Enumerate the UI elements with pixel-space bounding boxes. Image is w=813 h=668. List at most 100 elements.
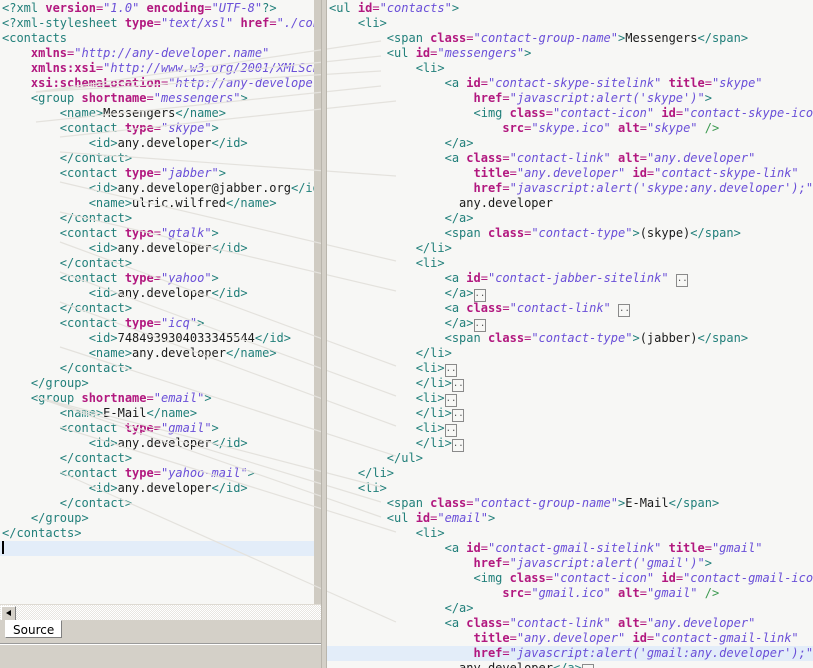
code-line[interactable]: <li> [329, 526, 813, 541]
code-line[interactable]: xsi:schemaLocation="http://any-developer… [2, 76, 321, 91]
code-line[interactable] [0, 541, 321, 556]
code-line[interactable]: <a id="contact-gmail-sitelink" title="gm… [329, 541, 813, 556]
code-line[interactable]: </contact> [2, 301, 321, 316]
code-line[interactable]: <?xml version="1.0" encoding="UTF-8"?> [2, 1, 321, 16]
code-line[interactable]: xmlns="http://any-developer.name" [2, 46, 321, 61]
code-line[interactable]: <img class="contact-icon" id="contact-sk… [329, 106, 813, 121]
code-line[interactable]: href="javascript:alert('gmail:any.develo… [327, 646, 813, 661]
code-line[interactable]: <li> [329, 256, 813, 271]
code-line[interactable]: </contact> [2, 496, 321, 511]
code-line[interactable]: <id>7484939304033345544</id> [2, 331, 321, 346]
code-line[interactable]: <li> [329, 61, 813, 76]
code-line[interactable]: </contact> [2, 151, 321, 166]
code-line[interactable]: href="javascript:alert('gmail')"> [329, 556, 813, 571]
code-line[interactable]: <a id="contact-skype-sitelink" title="sk… [329, 76, 813, 91]
left-vertical-scrollbar[interactable] [314, 0, 321, 604]
code-line[interactable]: <img class="contact-icon" id="contact-gm… [329, 571, 813, 586]
code-line[interactable]: </li>.. [329, 436, 813, 452]
pane-splitter[interactable] [321, 0, 327, 668]
code-fold-marker[interactable]: .. [581, 664, 594, 668]
code-line[interactable]: title="any.developer" id="contact-skype-… [329, 166, 813, 181]
code-line[interactable]: </a> [329, 601, 813, 616]
code-line[interactable]: </group> [2, 376, 321, 391]
code-line[interactable]: </contact> [2, 211, 321, 226]
code-line[interactable]: </contact> [2, 451, 321, 466]
code-line[interactable]: <li>.. [329, 421, 813, 437]
left-horizontal-scrollbar[interactable] [0, 604, 321, 621]
code-line[interactable]: </a>.. [329, 316, 813, 332]
code-line[interactable]: </contact> [2, 361, 321, 376]
code-line[interactable]: xmlns:xsi="http://www.w3.org/2001/XMLSch… [2, 61, 321, 76]
code-line[interactable]: title="any.developer" id="contact-gmail-… [329, 631, 813, 646]
code-line[interactable]: </group> [2, 511, 321, 526]
code-line[interactable]: <id>any.developer</id> [2, 436, 321, 451]
code-line[interactable]: <span class="contact-type">(skype)</span… [329, 226, 813, 241]
code-token: </id> [211, 436, 248, 450]
code-line[interactable]: <span class="contact-group-name">E-Mail<… [329, 496, 813, 511]
code-line[interactable]: <li>.. [329, 361, 813, 377]
code-line[interactable]: any.developer [329, 196, 813, 211]
code-line[interactable]: <li> [329, 481, 813, 496]
code-line[interactable]: <id>any.developer</id> [2, 481, 321, 496]
html-output-pane[interactable]: <ul id="contacts"> <li> <span class="con… [327, 0, 813, 668]
code-line[interactable]: </li> [329, 241, 813, 256]
html-output-code[interactable]: <ul id="contacts"> <li> <span class="con… [327, 1, 813, 668]
code-line[interactable]: <contact type="yahoo-mail"> [2, 466, 321, 481]
code-line[interactable]: </a> [329, 211, 813, 226]
code-token: encoding [146, 1, 205, 15]
code-line[interactable]: <contact type="gtalk"> [2, 226, 321, 241]
code-line[interactable]: <contact type="yahoo"> [2, 271, 321, 286]
code-line[interactable]: any.developer</a>.. [329, 661, 813, 668]
code-token: </a> [329, 286, 474, 300]
code-line[interactable]: <id>any.developer</id> [2, 241, 321, 256]
code-line[interactable]: <a class="contact-link" .. [329, 301, 813, 317]
code-line[interactable]: </li> [329, 346, 813, 361]
code-line[interactable]: <li>.. [329, 391, 813, 407]
code-line[interactable]: <contact type="skype"> [2, 121, 321, 136]
code-line[interactable]: <a class="contact-link" alt="any.develop… [329, 616, 813, 631]
code-line[interactable]: <?xml-stylesheet type="text/xsl" href=".… [2, 16, 321, 31]
code-line[interactable]: <ul id="contacts"> [329, 1, 813, 16]
code-line[interactable]: <group shortname="messengers"> [2, 91, 321, 106]
code-line[interactable]: </ul> [329, 451, 813, 466]
code-line[interactable]: <span class="contact-group-name">Messeng… [329, 31, 813, 46]
xml-source-code[interactable]: <?xml version="1.0" encoding="UTF-8"?> <?… [0, 1, 321, 556]
code-line[interactable]: </a> [329, 136, 813, 151]
code-line[interactable]: <name>Messengers</name> [2, 106, 321, 121]
code-line[interactable]: <id>any.developer@jabber.org</id> [2, 181, 321, 196]
tab-source[interactable]: Source [5, 620, 63, 638]
code-line[interactable]: href="javascript:alert('skype')"> [329, 91, 813, 106]
code-line[interactable]: <li> [329, 16, 813, 31]
code-line[interactable]: <name>E-Mail</name> [2, 406, 321, 421]
code-line[interactable]: <name>any.developer</name> [2, 346, 321, 361]
code-line[interactable]: <contacts [2, 31, 321, 46]
code-line[interactable]: <group shortname="email"> [2, 391, 321, 406]
code-line[interactable]: <span class="contact-type">(jabber)</spa… [329, 331, 813, 346]
code-fold-marker[interactable]: .. [618, 304, 631, 317]
code-line[interactable]: <id>any.developer</id> [2, 136, 321, 151]
editor-tabstrip[interactable]: Source [0, 620, 321, 645]
code-line[interactable]: </li>.. [329, 376, 813, 392]
code-line[interactable]: </contact> [2, 256, 321, 271]
code-line[interactable]: src="skype.ico" alt="skype" /> [329, 121, 813, 136]
code-line[interactable]: <id>any.developer</id> [2, 286, 321, 301]
scroll-left-button[interactable] [1, 606, 16, 621]
code-line[interactable]: <contact type="jabber"> [2, 166, 321, 181]
code-token: = [153, 316, 161, 330]
code-line[interactable]: <ul id="messengers"> [329, 46, 813, 61]
code-line[interactable]: <ul id="email"> [329, 511, 813, 526]
code-line[interactable]: </li>.. [329, 406, 813, 422]
code-line[interactable]: href="javascript:alert('skype:any.develo… [329, 181, 813, 196]
code-fold-marker[interactable]: .. [451, 439, 464, 452]
code-line[interactable]: <contact type="gmail"> [2, 421, 321, 436]
code-line[interactable]: src="gmail.ico" alt="gmail" /> [329, 586, 813, 601]
code-line[interactable]: </contacts> [2, 526, 321, 541]
code-line[interactable]: </li> [329, 466, 813, 481]
code-fold-marker[interactable]: .. [675, 274, 688, 287]
code-line[interactable]: <name>ulric.wilfred</name> [2, 196, 321, 211]
code-line[interactable]: <a id="contact-jabber-sitelink" .. [329, 271, 813, 287]
xml-source-pane[interactable]: <?xml version="1.0" encoding="UTF-8"?> <?… [0, 0, 322, 604]
code-line[interactable]: </a>.. [329, 286, 813, 302]
code-line[interactable]: <contact type="icq"> [2, 316, 321, 331]
code-line[interactable]: <a class="contact-link" alt="any.develop… [329, 151, 813, 166]
